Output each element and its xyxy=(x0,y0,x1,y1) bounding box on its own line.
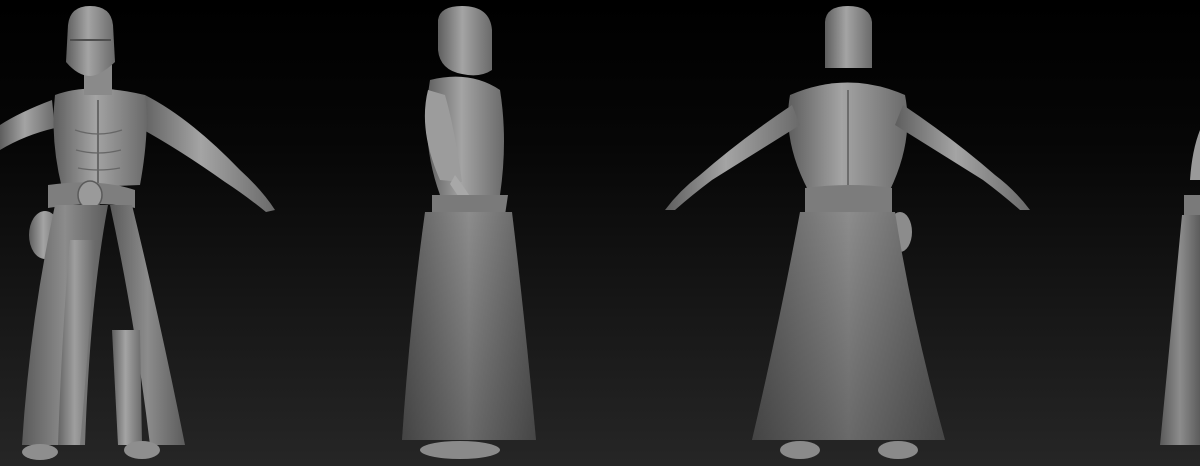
back-view-figure xyxy=(665,6,1030,459)
side-view-figure xyxy=(402,6,536,459)
front-view-figure xyxy=(0,6,275,460)
turnaround-canvas xyxy=(0,6,1200,460)
partial-side-view-figure xyxy=(1160,130,1200,445)
sculpt-render-viewport xyxy=(0,0,1200,466)
